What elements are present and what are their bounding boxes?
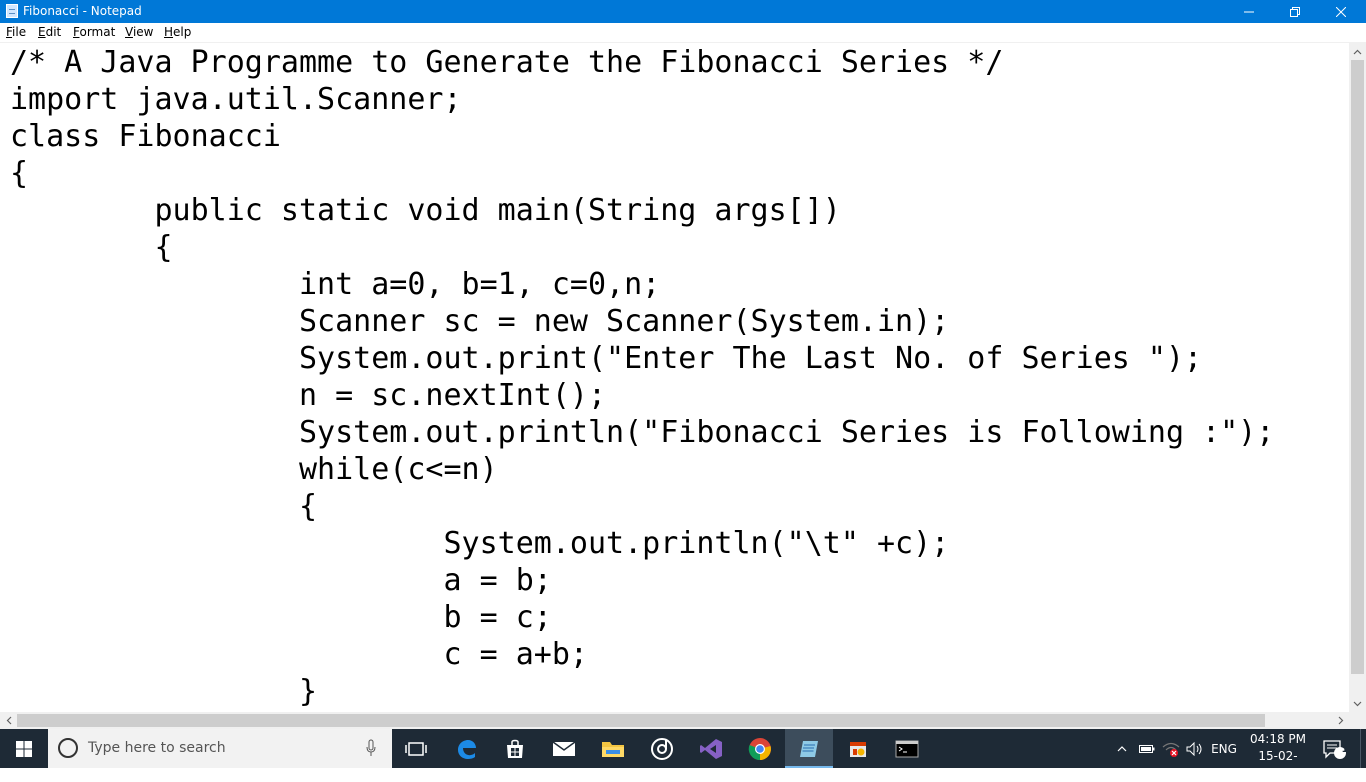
title-bar[interactable]: Fibonacci - Notepad xyxy=(0,0,1366,23)
notepad-app-icon xyxy=(800,740,818,757)
command-prompt-icon xyxy=(895,740,919,757)
code-line: { xyxy=(10,156,29,191)
menu-view[interactable]: View xyxy=(125,25,153,40)
show-desktop-button[interactable] xyxy=(1360,729,1366,768)
code-line: } xyxy=(10,674,318,709)
code-line: b = c; xyxy=(10,600,552,635)
window-title: Fibonacci - Notepad xyxy=(23,4,142,18)
task-view-icon xyxy=(405,741,427,756)
code-line: System.out.println("Fibonacci Series is … xyxy=(10,415,1275,450)
show-hidden-icons-button[interactable] xyxy=(1112,729,1132,768)
battery-button[interactable] xyxy=(1136,729,1158,768)
taskbar-app-store[interactable] xyxy=(491,729,539,768)
chevron-up-icon xyxy=(1117,745,1127,751)
menu-help[interactable]: Help xyxy=(164,25,191,40)
scroll-right-button[interactable] xyxy=(1332,712,1349,729)
code-line: System.out.println("\t" +c); xyxy=(10,526,950,561)
vertical-scrollbar[interactable] xyxy=(1349,43,1366,712)
restore-button[interactable] xyxy=(1272,0,1318,23)
minimize-button[interactable] xyxy=(1226,0,1272,23)
code-line: a = b; xyxy=(10,563,552,598)
code-line: public static void main(String args[]) xyxy=(10,193,841,228)
task-view-button[interactable] xyxy=(392,729,440,768)
start-button[interactable] xyxy=(0,729,48,768)
groove-music-icon xyxy=(651,737,673,760)
taskbar-app-chrome[interactable] xyxy=(736,729,784,768)
microphone-icon[interactable] xyxy=(366,739,376,757)
volume-button[interactable] xyxy=(1184,729,1206,768)
menu-file[interactable]: File xyxy=(6,25,26,40)
text-editor[interactable]: /* A Java Programme to Generate the Fibo… xyxy=(0,43,1349,712)
code-line: class Fibonacci xyxy=(10,119,281,154)
code-line: { xyxy=(10,489,318,524)
taskbar-app-mail[interactable] xyxy=(540,729,588,768)
code-line: n = sc.nextInt(); xyxy=(10,378,607,413)
network-button[interactable] xyxy=(1160,729,1182,768)
code-line: import java.util.Scanner; xyxy=(10,82,462,117)
app-icon xyxy=(850,741,866,757)
horizontal-scroll-thumb[interactable] xyxy=(17,714,1265,727)
input-language-button[interactable]: ENG xyxy=(1208,729,1240,768)
windows-logo-icon xyxy=(16,740,32,757)
menu-bar: File Edit Format View Help xyxy=(0,23,1366,42)
taskbar: Type here to search ENG 04:18 PM 15-02-2… xyxy=(0,729,1366,780)
code-line: /* A Java Programme to Generate the Fibo… xyxy=(10,45,1004,80)
taskbar-app-groove[interactable] xyxy=(638,729,686,768)
restore-icon xyxy=(1290,6,1300,17)
network-disconnected-icon xyxy=(1162,742,1180,757)
scroll-left-button[interactable] xyxy=(0,712,17,729)
taskbar-app-command-prompt[interactable] xyxy=(883,729,931,768)
chevron-right-icon xyxy=(1338,716,1343,725)
taskbar-app-visual-studio[interactable] xyxy=(687,729,735,768)
chevron-up-icon xyxy=(1353,49,1362,54)
code-line: Scanner sc = new Scanner(System.in); xyxy=(10,304,950,339)
scroll-up-button[interactable] xyxy=(1349,43,1366,60)
battery-icon xyxy=(1139,744,1155,753)
notification-count-badge: 1 xyxy=(1341,744,1349,755)
speaker-icon xyxy=(1186,741,1202,756)
clock-date: 15-02-2018 xyxy=(1258,749,1298,780)
code-line: while(c<=n) xyxy=(10,452,498,487)
code-line: { xyxy=(10,230,173,265)
clock-button[interactable]: 04:18 PM 15-02-2018 xyxy=(1244,731,1312,780)
chevron-left-icon xyxy=(6,716,11,725)
folder-icon xyxy=(602,741,624,757)
store-icon xyxy=(507,739,523,758)
visual-studio-icon xyxy=(700,738,722,759)
cortana-icon xyxy=(58,738,78,758)
horizontal-scrollbar[interactable] xyxy=(0,712,1349,729)
close-button[interactable] xyxy=(1318,0,1364,23)
mail-icon xyxy=(552,740,576,756)
clock-time: 04:18 PM xyxy=(1250,732,1306,746)
code-line: int a=0, b=1, c=0,n; xyxy=(10,267,661,302)
notepad-icon xyxy=(6,4,18,18)
taskbar-app-file-explorer[interactable] xyxy=(589,729,637,768)
edge-icon xyxy=(458,739,476,759)
code-line: c = a+b; xyxy=(10,637,588,672)
taskbar-app-edge[interactable] xyxy=(442,729,490,768)
minimize-icon xyxy=(1244,11,1254,12)
scroll-down-button[interactable] xyxy=(1349,695,1366,712)
taskbar-app-cloud[interactable] xyxy=(834,729,882,768)
menu-format[interactable]: Format xyxy=(73,25,115,40)
chrome-icon xyxy=(748,737,771,760)
scrollbar-corner xyxy=(1349,712,1366,729)
code-line: System.out.print("Enter The Last No. of … xyxy=(10,341,1203,376)
chevron-down-icon xyxy=(1353,701,1362,706)
vertical-scroll-thumb[interactable] xyxy=(1351,60,1364,674)
action-center-button[interactable]: 1 xyxy=(1320,729,1350,768)
close-icon xyxy=(1336,6,1346,17)
search-placeholder: Type here to search xyxy=(88,740,226,756)
code-text: /* A Java Programme to Generate the Fibo… xyxy=(10,44,1274,710)
taskbar-search-box[interactable]: Type here to search xyxy=(48,729,392,768)
menu-edit[interactable]: Edit xyxy=(38,25,61,40)
taskbar-app-notepad[interactable] xyxy=(785,729,833,768)
